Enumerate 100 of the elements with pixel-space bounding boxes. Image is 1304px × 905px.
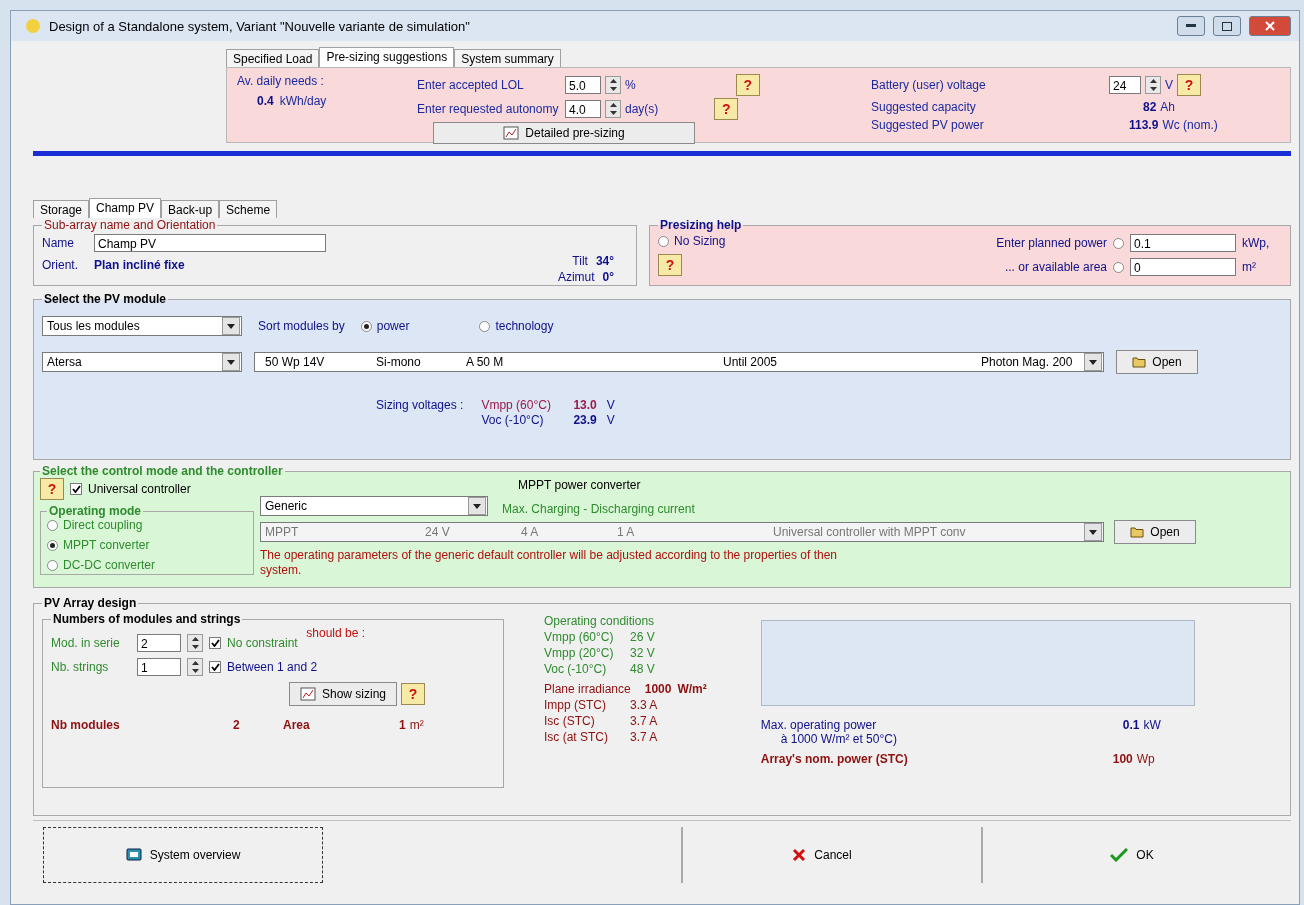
- number-field[interactable]: 5.0: [565, 76, 601, 94]
- converter-title: MPPT power converter: [518, 478, 641, 492]
- option-label: DC-DC converter: [63, 558, 155, 572]
- help-button[interactable]: ?: [735, 74, 760, 96]
- radio-button[interactable]: [1113, 261, 1124, 273]
- tab[interactable]: Storage: [33, 200, 90, 218]
- area-label: Area: [283, 718, 310, 732]
- number-field[interactable]: 4.0: [565, 100, 601, 118]
- capacity-value: 82: [1143, 100, 1157, 114]
- unit-label: m²: [1242, 260, 1256, 274]
- dropdown[interactable]: Tous les modules: [42, 316, 242, 336]
- should-be-label: should be :: [306, 626, 365, 640]
- option-label: Enter planned power: [996, 236, 1107, 250]
- close-icon: [1265, 21, 1275, 31]
- radio-button[interactable]: [360, 320, 372, 332]
- close-button[interactable]: [1249, 16, 1291, 36]
- option-label: technology: [495, 319, 554, 333]
- current-label: Impp (STC): [544, 698, 606, 712]
- area-value: 1: [399, 718, 406, 732]
- radio-button[interactable]: [1113, 237, 1124, 249]
- azimut-label: Azimut: [557, 270, 595, 284]
- unit-label: kW: [1143, 718, 1161, 732]
- condition-value: 48 V: [630, 662, 655, 676]
- spinner-button[interactable]: [605, 76, 621, 94]
- name-field[interactable]: Champ PV: [94, 234, 326, 252]
- monitor-icon: [125, 847, 142, 863]
- help-button[interactable]: ?: [714, 98, 739, 120]
- number-field[interactable]: 1: [137, 658, 181, 676]
- checkbox[interactable]: [209, 661, 221, 673]
- max-power-note: à 1000 W/m² et 50°C): [780, 732, 897, 746]
- help-button[interactable]: ?: [1177, 74, 1201, 96]
- pv-power-label: Suggested PV power: [871, 118, 984, 132]
- module-dropdown[interactable]: 50 Wp 14V Si-mono A 50 M Until 2005 Photon Mag. 200: [254, 352, 1104, 372]
- tab[interactable]: System summary: [454, 49, 561, 67]
- tab[interactable]: Back-up: [161, 200, 220, 218]
- overview-button[interactable]: System overview: [43, 827, 323, 883]
- caret-icon: [222, 317, 240, 335]
- controller-dropdown[interactable]: MPPT 24 V 4 A 1 A Universal controller with MPPT conv: [260, 522, 1104, 542]
- universal-controller-label: Universal controller: [88, 482, 191, 496]
- minimize-icon: [1186, 24, 1196, 28]
- group-title: Numbers of modules and strings: [53, 612, 241, 626]
- chart-icon: [300, 687, 316, 701]
- capacity-label: Suggested capacity: [871, 100, 976, 114]
- number-field[interactable]: 0.1: [1130, 234, 1236, 252]
- radio-button[interactable]: [47, 559, 58, 571]
- option-label: MPPT converter: [63, 538, 150, 552]
- sizing-voltages-label: Sizing voltages :: [376, 398, 464, 412]
- tab[interactable]: Pre-sizing suggestions: [319, 47, 455, 67]
- option-label: ... or available area: [1004, 260, 1107, 274]
- number-field[interactable]: 2: [137, 634, 181, 652]
- spinner-button[interactable]: [187, 634, 203, 652]
- down-arrow-icon: [191, 645, 199, 649]
- lol-label: Enter accepted LOL: [417, 78, 524, 92]
- show-sizing-button[interactable]: Show sizing: [289, 682, 398, 706]
- radio-button[interactable]: [658, 235, 670, 247]
- caret-icon: [1084, 523, 1102, 541]
- nb-modules-value: 2: [233, 718, 240, 732]
- row-label: Mod. in serie: [51, 636, 120, 650]
- condition-value: 26 V: [630, 630, 655, 644]
- row-label: Nb. strings: [51, 660, 109, 674]
- caret-icon: [222, 353, 240, 371]
- minimize-button[interactable]: [1177, 16, 1205, 36]
- number-field[interactable]: 0: [1130, 258, 1236, 276]
- spinner-button[interactable]: [1145, 76, 1161, 94]
- radio-button[interactable]: [47, 519, 58, 531]
- battery-voltage-label: Battery (user) voltage: [871, 78, 986, 92]
- current-label: Isc (STC): [544, 714, 595, 728]
- orientation-value: Plan incliné fixe: [94, 258, 185, 272]
- up-arrow-icon: [191, 661, 199, 665]
- daily-needs-label: Av. daily needs :: [237, 74, 325, 88]
- group-title: Sub-array name and Orientation: [44, 218, 216, 232]
- help-button[interactable]: ?: [401, 683, 426, 705]
- daily-needs-value: 0.4: [257, 94, 274, 108]
- radio-button[interactable]: [47, 539, 58, 551]
- option-label: No Sizing: [674, 234, 726, 248]
- tab[interactable]: Champ PV: [89, 198, 162, 218]
- unit-label: V: [1165, 78, 1173, 92]
- help-button[interactable]: ?: [658, 254, 683, 276]
- unit-label: m²: [409, 718, 424, 732]
- number-field[interactable]: 24: [1109, 76, 1141, 94]
- dropdown[interactable]: Generic: [260, 496, 488, 516]
- checkbox[interactable]: [209, 637, 221, 649]
- open-button[interactable]: Open: [1114, 520, 1196, 544]
- max-power-label: Max. operating power: [760, 718, 877, 732]
- checkbox[interactable]: [70, 483, 82, 495]
- unit-label: Ah: [1160, 100, 1176, 114]
- tab[interactable]: Scheme: [219, 200, 278, 218]
- up-arrow-icon: [1149, 79, 1157, 83]
- spinner-button[interactable]: [187, 658, 203, 676]
- up-arrow-icon: [191, 637, 199, 641]
- dropdown[interactable]: Atersa: [42, 352, 242, 372]
- spinner-button[interactable]: [605, 100, 621, 118]
- tab[interactable]: Specified Load: [226, 49, 320, 67]
- unit-label: V: [606, 398, 615, 412]
- detailed-presizing-button[interactable]: Detailed pre-sizing: [433, 122, 695, 144]
- radio-button[interactable]: [479, 320, 491, 332]
- help-button[interactable]: ?: [40, 478, 64, 500]
- open-button[interactable]: Open: [1116, 350, 1198, 374]
- maximize-button[interactable]: [1213, 16, 1241, 36]
- group-title: Select the control mode and the controller: [42, 464, 283, 478]
